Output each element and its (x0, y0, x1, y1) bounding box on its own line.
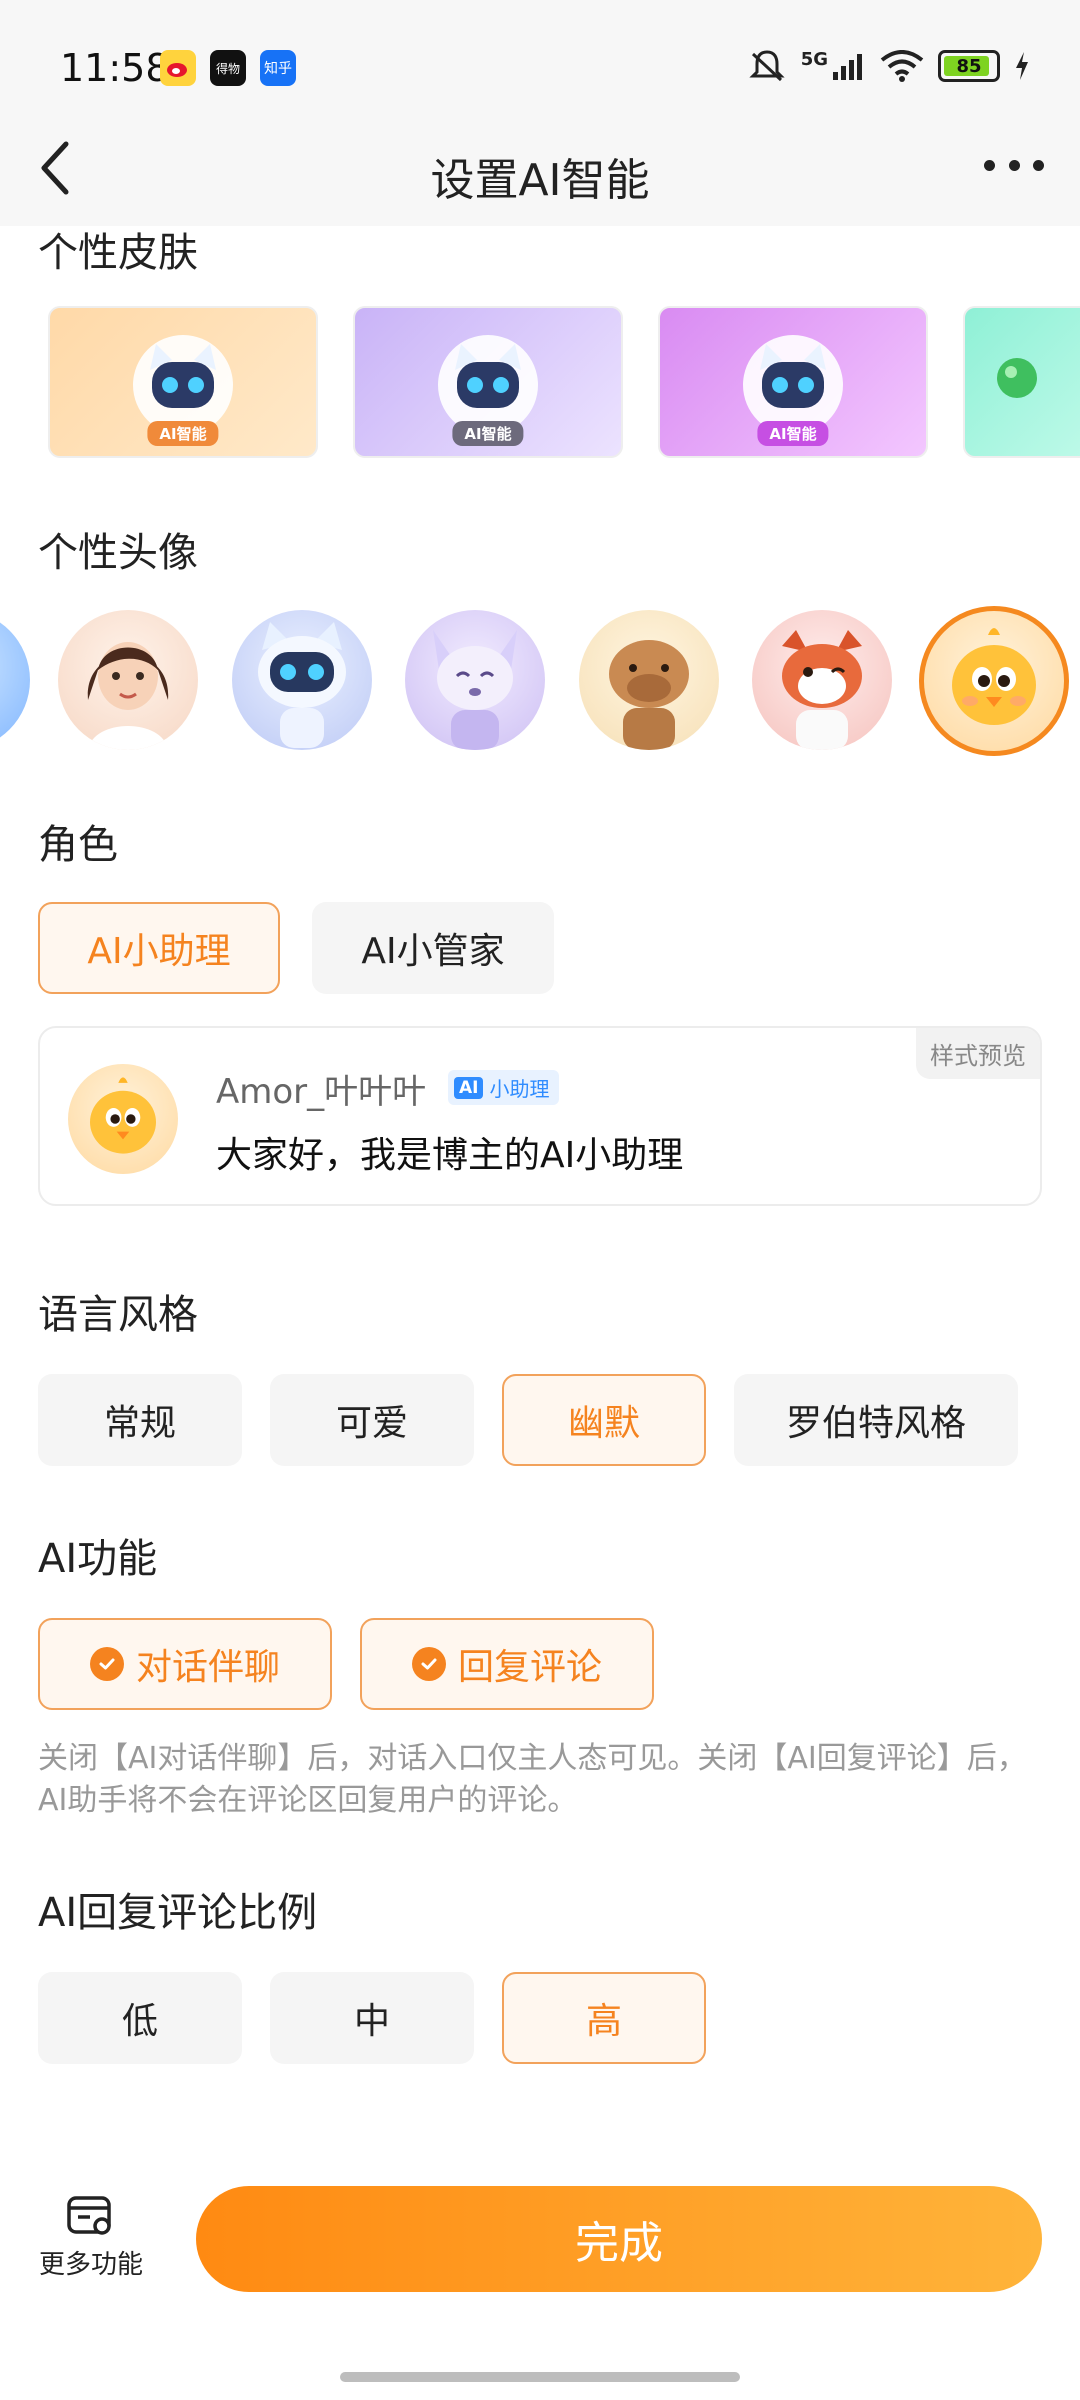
globe-icon (997, 358, 1037, 398)
features-title: AI功能 (38, 1536, 158, 1582)
skins-carousel[interactable]: AI智能 AI智能 AI智能 (0, 306, 1080, 461)
red-panda-icon (782, 630, 862, 750)
language-option-robert[interactable]: 罗伯特风格 (734, 1374, 1018, 1466)
language-option-cute[interactable]: 可爱 (270, 1374, 474, 1466)
avatar-partial[interactable] (0, 610, 30, 750)
girl-avatar[interactable] (58, 610, 198, 750)
zhihu-icon: 知乎 (260, 50, 296, 86)
robot-cat-icon (258, 622, 346, 748)
skin-mint[interactable] (963, 306, 1080, 458)
style-preview-card: 样式预览 Amor_叶叶叶 AI 小助理 大家好，我是博主的AI小助理 (38, 1026, 1042, 1206)
assistant-badge-label: 小助理 (489, 1077, 550, 1101)
features-note: 关闭【AI对话伴聊】后，对话入口仅主人态可见。关闭【AI回复评论】后，AI助手将… (38, 1741, 1027, 1818)
assistant-badge: AI 小助理 (448, 1070, 560, 1105)
more-functions-label: 更多功能 (38, 2250, 143, 2280)
role-title: 角色 (38, 822, 118, 868)
capybara-icon (609, 640, 689, 750)
feature-reply-toggle[interactable]: 回复评论 (360, 1618, 654, 1710)
skin-space[interactable]: AI智能 (48, 306, 318, 458)
tools-icon (66, 2194, 116, 2238)
feature-chat-toggle[interactable]: 对话伴聊 (38, 1618, 332, 1710)
status-indicators: 5G 85 (747, 48, 1030, 84)
nav-bar: 设置AI智能 (0, 108, 1080, 226)
feature-reply-label: 回复评论 (457, 1647, 602, 1688)
skin-badge: AI智能 (452, 421, 524, 446)
ratio-option-low[interactable]: 低 (38, 1972, 242, 2064)
check-icon (411, 1647, 446, 1681)
dot-icon (1008, 160, 1020, 171)
preview-message: 大家好，我是博主的AI小助理 (216, 1135, 684, 1176)
role-option-butler[interactable]: AI小管家 (312, 902, 554, 994)
preview-tag: 样式预览 (916, 1028, 1040, 1079)
check-icon (89, 1647, 124, 1681)
chick-icon (90, 1077, 156, 1154)
dot-icon (1033, 160, 1044, 171)
skins-title: 个性皮肤 (38, 230, 198, 276)
status-time: 11:58 (60, 46, 170, 90)
skin-badge: AI智能 (757, 421, 829, 446)
avatars-title: 个性头像 (38, 530, 198, 576)
ratio-option-medium[interactable]: 中 (270, 1972, 474, 2064)
robot-cat-avatar[interactable] (232, 610, 372, 750)
skin-purple[interactable]: AI智能 (658, 306, 928, 458)
ai-badge-label: AI (454, 1076, 484, 1099)
red-panda-avatar[interactable] (752, 610, 892, 750)
home-indicator[interactable] (340, 2372, 740, 2382)
preview-avatar (68, 1064, 178, 1174)
mute-icon (749, 50, 785, 82)
avatar-carousel[interactable] (0, 606, 1080, 756)
ratio-title: AI回复评论比例 (38, 1890, 318, 1936)
skin-fashion[interactable]: AI智能 (353, 306, 623, 458)
chick-avatar[interactable] (919, 606, 1069, 756)
capybara-avatar[interactable] (579, 610, 719, 750)
charging-icon (1016, 52, 1028, 80)
skin-badge: AI智能 (147, 421, 219, 446)
preview-username: Amor_叶叶叶 (216, 1072, 427, 1112)
dot-icon (984, 160, 995, 171)
done-button[interactable]: 完成 (196, 2186, 1042, 2292)
fox-robot-icon (433, 630, 517, 750)
ratio-option-high[interactable]: 高 (502, 1972, 706, 2064)
wifi-icon (880, 50, 924, 82)
fox-robot-avatar[interactable] (405, 610, 545, 750)
page-title: 设置AI智能 (430, 155, 650, 206)
network-label: 5G (800, 48, 828, 70)
role-option-assistant[interactable]: AI小助理 (38, 902, 280, 994)
dewu-icon: 得物 (210, 50, 246, 86)
battery-icon: 85 (938, 50, 1000, 82)
language-option-humor[interactable]: 幽默 (502, 1374, 706, 1466)
language-option-normal[interactable]: 常规 (38, 1374, 242, 1466)
girl-icon (87, 642, 169, 750)
language-title: 语言风格 (38, 1292, 198, 1338)
chick-icon (952, 628, 1036, 725)
weibo-icon (160, 50, 196, 86)
feature-chat-label: 对话伴聊 (135, 1647, 280, 1688)
more-functions-button[interactable]: 更多功能 (36, 2194, 146, 2281)
more-options-button[interactable] (984, 160, 1044, 176)
signal-icon (833, 54, 862, 80)
